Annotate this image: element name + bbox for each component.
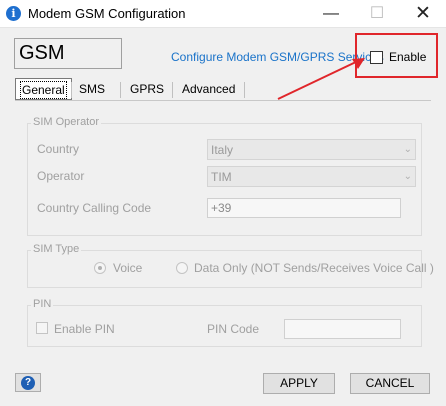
operator-label: Operator	[37, 169, 85, 183]
pin-code-field[interactable]	[284, 319, 401, 339]
chevron-down-icon: ⌄	[403, 144, 412, 155]
data-only-label: Data Only (NOT Sends/Receives Voice Call…	[194, 261, 434, 275]
pin-legend: PIN	[31, 298, 54, 310]
radio-selected-dot	[98, 266, 102, 270]
question-icon: ?	[21, 376, 35, 390]
title-bar: i Modem GSM Configuration — ☐ ✕	[0, 0, 446, 28]
tab-divider	[71, 82, 72, 98]
tab-general-label: General	[20, 81, 67, 99]
voice-label: Voice	[113, 261, 143, 275]
help-button[interactable]: ?	[15, 373, 41, 392]
enable-pin-label: Enable PIN	[54, 322, 115, 336]
country-select[interactable]: Italy ⌄	[207, 139, 416, 160]
calling-code-field[interactable]: +39	[207, 198, 401, 218]
country-label: Country	[37, 142, 80, 156]
apply-button[interactable]: APPLY	[263, 373, 335, 394]
annotation-arrow-icon	[277, 58, 365, 100]
tab-gprs[interactable]: GPRS	[125, 78, 169, 100]
data-only-radio[interactable]	[176, 262, 188, 274]
voice-radio[interactable]	[94, 262, 106, 274]
minimize-button[interactable]: —	[308, 0, 354, 28]
info-icon: i	[6, 6, 21, 21]
country-value: Italy	[211, 143, 234, 157]
tab-general[interactable]: General	[15, 78, 72, 100]
sim-operator-legend: SIM Operator	[31, 116, 102, 128]
enable-pin-checkbox[interactable]	[36, 322, 48, 334]
window-title: Modem GSM Configuration	[28, 6, 186, 21]
tab-divider	[120, 82, 121, 98]
cancel-button[interactable]: CANCEL	[350, 373, 430, 394]
maximize-button[interactable]: ☐	[354, 0, 400, 28]
tab-divider	[244, 82, 245, 98]
chevron-down-icon: ⌄	[403, 171, 412, 182]
sim-type-legend: SIM Type	[31, 243, 82, 255]
module-name-box: GSM	[14, 38, 122, 69]
operator-value: TIM	[211, 170, 232, 184]
operator-select[interactable]: TIM ⌄	[207, 166, 416, 187]
calling-code-label: Country Calling Code	[37, 201, 152, 215]
tab-advanced[interactable]: Advanced	[177, 78, 240, 100]
close-button[interactable]: ✕	[400, 0, 446, 28]
pin-code-label: PIN Code	[207, 322, 260, 336]
tab-divider	[172, 82, 173, 98]
tab-sms[interactable]: SMS	[74, 78, 110, 100]
